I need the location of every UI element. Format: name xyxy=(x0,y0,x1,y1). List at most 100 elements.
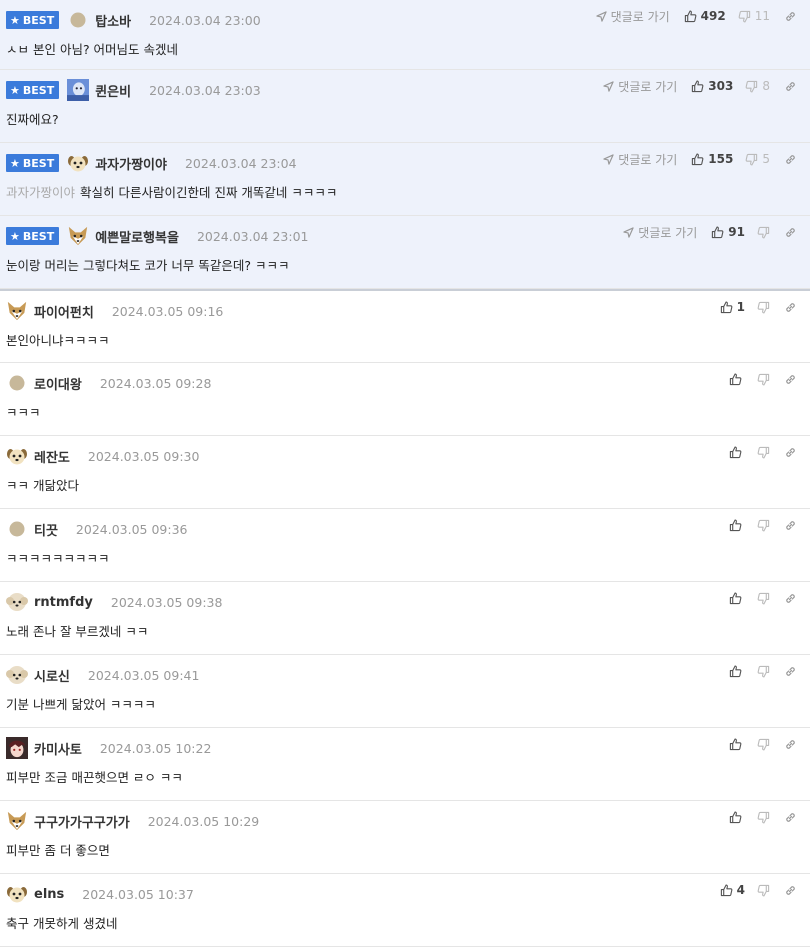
dislike-button[interactable] xyxy=(757,373,770,386)
like-button[interactable] xyxy=(729,738,742,751)
thumbs-up-icon xyxy=(691,153,704,166)
goto-reply-button[interactable]: 댓글로 가기 xyxy=(595,8,670,25)
like-button[interactable] xyxy=(729,592,742,605)
comment-text: 노래 존나 잘 부르겠네 ㅋㅋ xyxy=(6,621,148,640)
link-icon[interactable] xyxy=(784,10,797,23)
nickname[interactable]: 예쁜말로행복을 xyxy=(95,227,179,246)
dislike-button[interactable]: 8 xyxy=(745,79,770,93)
link-icon[interactable] xyxy=(784,226,797,239)
thumbs-up-icon xyxy=(729,519,742,532)
link-icon[interactable] xyxy=(784,665,797,678)
nickname[interactable]: 티끗 xyxy=(34,520,58,539)
fox-icon[interactable] xyxy=(6,810,28,832)
thumbs-down-icon xyxy=(757,519,770,532)
link-icon[interactable] xyxy=(784,884,797,897)
nickname[interactable]: 구구가가구구가가 xyxy=(34,812,130,831)
comment-actions: 1 xyxy=(720,299,797,315)
mention-name[interactable]: 과자가짱이야 xyxy=(6,185,75,200)
thumbs-down-icon xyxy=(757,592,770,605)
comment-body: ㅋㅋㅋ xyxy=(6,405,41,420)
link-icon[interactable] xyxy=(784,373,797,386)
goto-reply-button[interactable]: 댓글로 가기 xyxy=(623,224,697,241)
comment-date: 2024.03.05 10:22 xyxy=(99,740,212,756)
nickname[interactable]: 로이대왕 xyxy=(34,374,82,393)
goto-reply-button[interactable]: 댓글로 가기 xyxy=(603,78,677,95)
link-icon[interactable] xyxy=(784,301,797,314)
dislike-button[interactable] xyxy=(757,884,770,897)
comment-header: 시로신 2024.03.05 09:41 xyxy=(6,664,199,686)
like-button[interactable] xyxy=(729,373,742,386)
comment-date: 2024.03.04 23:04 xyxy=(184,155,297,171)
dislike-count: 8 xyxy=(762,79,770,93)
comment-actions xyxy=(729,809,797,825)
thumbs-down-icon xyxy=(757,446,770,459)
puppy-icon[interactable] xyxy=(67,152,89,174)
nickname[interactable]: 파이어펀치 xyxy=(34,302,94,321)
comment-item: 티끗 2024.03.05 09:36 ㅋㅋㅋㅋㅋㅋㅋㅋㅋ xyxy=(0,509,810,582)
like-button[interactable] xyxy=(729,519,742,532)
dislike-button[interactable] xyxy=(757,738,770,751)
best-badge: ★ BEST xyxy=(6,81,60,99)
comment-item: 로이대왕 2024.03.05 09:28 ㅋㅋㅋ xyxy=(0,363,810,436)
dislike-button[interactable] xyxy=(757,519,770,532)
dot-icon[interactable] xyxy=(6,372,28,394)
dislike-button[interactable] xyxy=(757,665,770,678)
comment-item: elns 2024.03.05 10:37 축구 개못하게 생겼네 4 xyxy=(0,874,810,947)
link-icon[interactable] xyxy=(784,80,797,93)
comment-header: rntmfdy 2024.03.05 09:38 xyxy=(6,591,222,613)
nickname[interactable]: 레잔도 xyxy=(34,447,70,466)
like-button[interactable]: 303 xyxy=(691,79,733,93)
thumbs-down-icon xyxy=(757,226,770,239)
nickname[interactable]: 탑소바 xyxy=(95,11,131,30)
nickname[interactable]: 카미사토 xyxy=(34,739,82,758)
dislike-button[interactable] xyxy=(757,226,770,239)
nickname[interactable]: rntmfdy xyxy=(34,595,93,610)
dislike-button[interactable] xyxy=(757,446,770,459)
like-count: 4 xyxy=(736,883,745,897)
puppy-icon[interactable] xyxy=(6,883,28,905)
nickname[interactable]: 퀸은비 xyxy=(95,81,131,100)
fluffy-icon[interactable] xyxy=(6,664,28,686)
dot-icon[interactable] xyxy=(6,518,28,540)
link-icon[interactable] xyxy=(784,519,797,532)
comment-actions: 댓글로 가기 492 11 xyxy=(595,8,797,25)
fox-icon[interactable] xyxy=(67,225,89,247)
dot-icon[interactable] xyxy=(67,9,89,31)
link-icon[interactable] xyxy=(784,738,797,751)
dislike-button[interactable] xyxy=(757,811,770,824)
link-icon[interactable] xyxy=(784,153,797,166)
like-count: 91 xyxy=(728,225,745,239)
dislike-button[interactable] xyxy=(757,301,770,314)
like-button[interactable]: 155 xyxy=(691,152,733,166)
link-icon[interactable] xyxy=(784,592,797,605)
comment-body: 진짜에요? xyxy=(6,112,59,127)
link-icon[interactable] xyxy=(784,446,797,459)
puppy-icon[interactable] xyxy=(6,445,28,467)
like-button[interactable]: 91 xyxy=(711,225,745,239)
thumbs-down-icon xyxy=(757,301,770,314)
like-button[interactable]: 492 xyxy=(684,9,726,23)
comment-body: 피부만 조금 매끈햇으면 ㄹㅇ ㅋㅋ xyxy=(6,770,183,785)
comment-actions xyxy=(729,444,797,460)
like-button[interactable]: 1 xyxy=(720,300,745,314)
nickname[interactable]: elns xyxy=(34,887,64,902)
dislike-button[interactable] xyxy=(757,592,770,605)
nickname[interactable]: 과자가짱이야 xyxy=(95,154,167,173)
like-button[interactable]: 4 xyxy=(720,883,745,897)
comment-body: 확실히 다른사람이긴한데 진짜 개똑같네 ㅋㅋㅋㅋ xyxy=(80,185,338,200)
fox-icon[interactable] xyxy=(6,300,28,322)
photo-icon[interactable] xyxy=(67,79,90,101)
goto-reply-button[interactable]: 댓글로 가기 xyxy=(603,151,677,168)
fluffy-icon[interactable] xyxy=(6,591,28,613)
link-icon[interactable] xyxy=(784,811,797,824)
anime-icon[interactable] xyxy=(6,737,28,759)
like-button[interactable] xyxy=(729,811,742,824)
thumbs-up-icon xyxy=(729,738,742,751)
dislike-button[interactable]: 11 xyxy=(738,9,770,23)
comment-date: 2024.03.04 23:01 xyxy=(196,228,309,244)
comment-actions: 댓글로 가기 91 xyxy=(623,224,797,240)
like-button[interactable] xyxy=(729,446,742,459)
dislike-button[interactable]: 5 xyxy=(745,152,770,166)
nickname[interactable]: 시로신 xyxy=(34,666,70,685)
like-button[interactable] xyxy=(729,665,742,678)
